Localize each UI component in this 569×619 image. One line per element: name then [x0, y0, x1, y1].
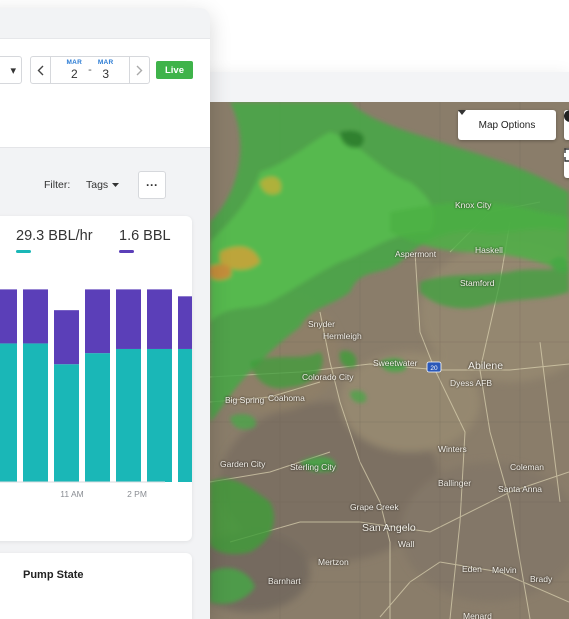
- info-icon: [564, 110, 569, 122]
- chevron-left-icon: [37, 65, 44, 75]
- tags-label: Tags: [86, 179, 109, 191]
- map-options-button[interactable]: Map Options: [458, 110, 556, 140]
- date-start-month: MAR: [66, 59, 83, 67]
- tags-dropdown[interactable]: Tags: [86, 179, 120, 191]
- flow-bar-2[interactable]: [54, 364, 79, 482]
- date-separator: -: [88, 64, 92, 76]
- flow-bar-0[interactable]: [0, 343, 17, 482]
- map-label-barnhart: Barnhart: [268, 576, 301, 586]
- date-end-day: 3: [102, 66, 110, 81]
- map-label-santa-anna: Santa Anna: [498, 484, 542, 494]
- pump-state-card: Pump State: [0, 553, 192, 619]
- date-range[interactable]: MAR 2 - MAR 3: [51, 60, 129, 80]
- flow-bar-1[interactable]: [23, 343, 48, 482]
- map-label-hermleigh: Hermleigh: [323, 331, 362, 341]
- map-label-mertzon: Mertzon: [318, 557, 349, 567]
- highway-shield-label: 20: [430, 365, 438, 372]
- map-label-knox-city: Knox City: [455, 200, 492, 210]
- weather-radar-map[interactable]: 20 Map Options Knox City Aspermont Haskell: [210, 102, 569, 619]
- map-label-dyess: Dyess AFB: [450, 378, 493, 388]
- map-label-big-spring: Big Spring: [225, 395, 265, 405]
- volume-bar-4[interactable]: [116, 289, 141, 349]
- fullscreen-button[interactable]: [564, 148, 569, 178]
- volume-bar-1[interactable]: [23, 289, 48, 344]
- map-window: 20 Map Options Knox City Aspermont Haskell: [180, 72, 569, 619]
- volume-bar-5[interactable]: [147, 289, 172, 349]
- filter-bar: Filter: Tags ···: [0, 149, 210, 215]
- date-end-month: MAR: [97, 59, 114, 67]
- map-label-aspermont: Aspermont: [395, 249, 437, 259]
- map-label-wall: Wall: [398, 539, 415, 549]
- fullscreen-icon: [564, 148, 569, 162]
- date-range-navigator: MAR 2 - MAR 3: [30, 56, 150, 84]
- highway-shield-icon: 20: [426, 361, 442, 373]
- map-options-label: Map Options: [478, 119, 536, 131]
- stacked-bar-chart: 11 AM 2 PM: [0, 289, 192, 499]
- dashboard-toolbar: ▾ MAR 2 - MAR 3 Live: [0, 38, 210, 148]
- previous-date-button[interactable]: [31, 57, 51, 83]
- volume-bar-3[interactable]: [85, 289, 110, 354]
- map-label-coahoma: Coahoma: [268, 393, 305, 403]
- live-button[interactable]: Live: [156, 61, 193, 79]
- date-start: MAR 2: [66, 60, 82, 80]
- map-label-menard: Menard: [463, 611, 492, 619]
- flow-bar-4[interactable]: [116, 348, 141, 482]
- flow-bar-3[interactable]: [85, 353, 110, 482]
- pump-state-title: Pump State: [23, 569, 84, 581]
- map-label-sweetwater: Sweetwater: [373, 358, 418, 368]
- chevron-right-icon: [136, 65, 143, 75]
- map-label-abilene: Abilene: [468, 360, 504, 372]
- map-label-grape-creek: Grape Creek: [350, 502, 399, 512]
- map-label-haskell: Haskell: [475, 245, 503, 255]
- map-label-garden-city: Garden City: [220, 459, 266, 469]
- next-date-button[interactable]: [129, 57, 149, 83]
- x-tick-label: 2 PM: [127, 489, 147, 499]
- flow-bar-6[interactable]: [178, 348, 192, 482]
- app-stage: 20 Map Options Knox City Aspermont Haskell: [0, 0, 569, 619]
- flow-bar-5[interactable]: [147, 348, 172, 482]
- x-tick-label: 11 AM: [60, 489, 83, 499]
- info-button[interactable]: [564, 110, 569, 140]
- dashboard-window: ▾ MAR 2 - MAR 3 Live Filter: Tags ··· 29…: [0, 8, 210, 619]
- flow-chart-card: 29.3 BBL/hr 1.6 BBL 11 AM 2 PM: [0, 216, 192, 541]
- caret-down-icon: [458, 110, 466, 115]
- more-options-button[interactable]: ···: [138, 171, 166, 199]
- volume-bar-6[interactable]: [178, 296, 192, 349]
- map-label-coleman: Coleman: [510, 462, 545, 472]
- ellipsis-icon: ···: [146, 178, 158, 192]
- map-label-san-angelo: San Angelo: [362, 522, 416, 534]
- date-start-day: 2: [70, 66, 78, 81]
- volume-bar-0[interactable]: [0, 289, 17, 344]
- period-caret-icon: ▾: [10, 64, 16, 77]
- volume-bar-2[interactable]: [54, 310, 79, 365]
- map-label-brady: Brady: [530, 574, 553, 584]
- caret-down-icon: [112, 183, 120, 187]
- map-label-winters: Winters: [438, 444, 467, 454]
- map-label-melvin: Melvin: [492, 565, 517, 575]
- period-select[interactable]: ▾: [0, 56, 22, 84]
- map-label-colorado-city: Colorado City: [302, 372, 354, 382]
- map-label-ballinger: Ballinger: [438, 478, 472, 488]
- map-label-eden: Eden: [462, 564, 482, 574]
- map-label-sterling-city: Sterling City: [290, 462, 336, 472]
- map-label-stamford: Stamford: [460, 278, 495, 288]
- map-label-snyder: Snyder: [308, 319, 335, 329]
- date-end: MAR 3: [98, 60, 114, 80]
- filter-label: Filter:: [44, 179, 71, 191]
